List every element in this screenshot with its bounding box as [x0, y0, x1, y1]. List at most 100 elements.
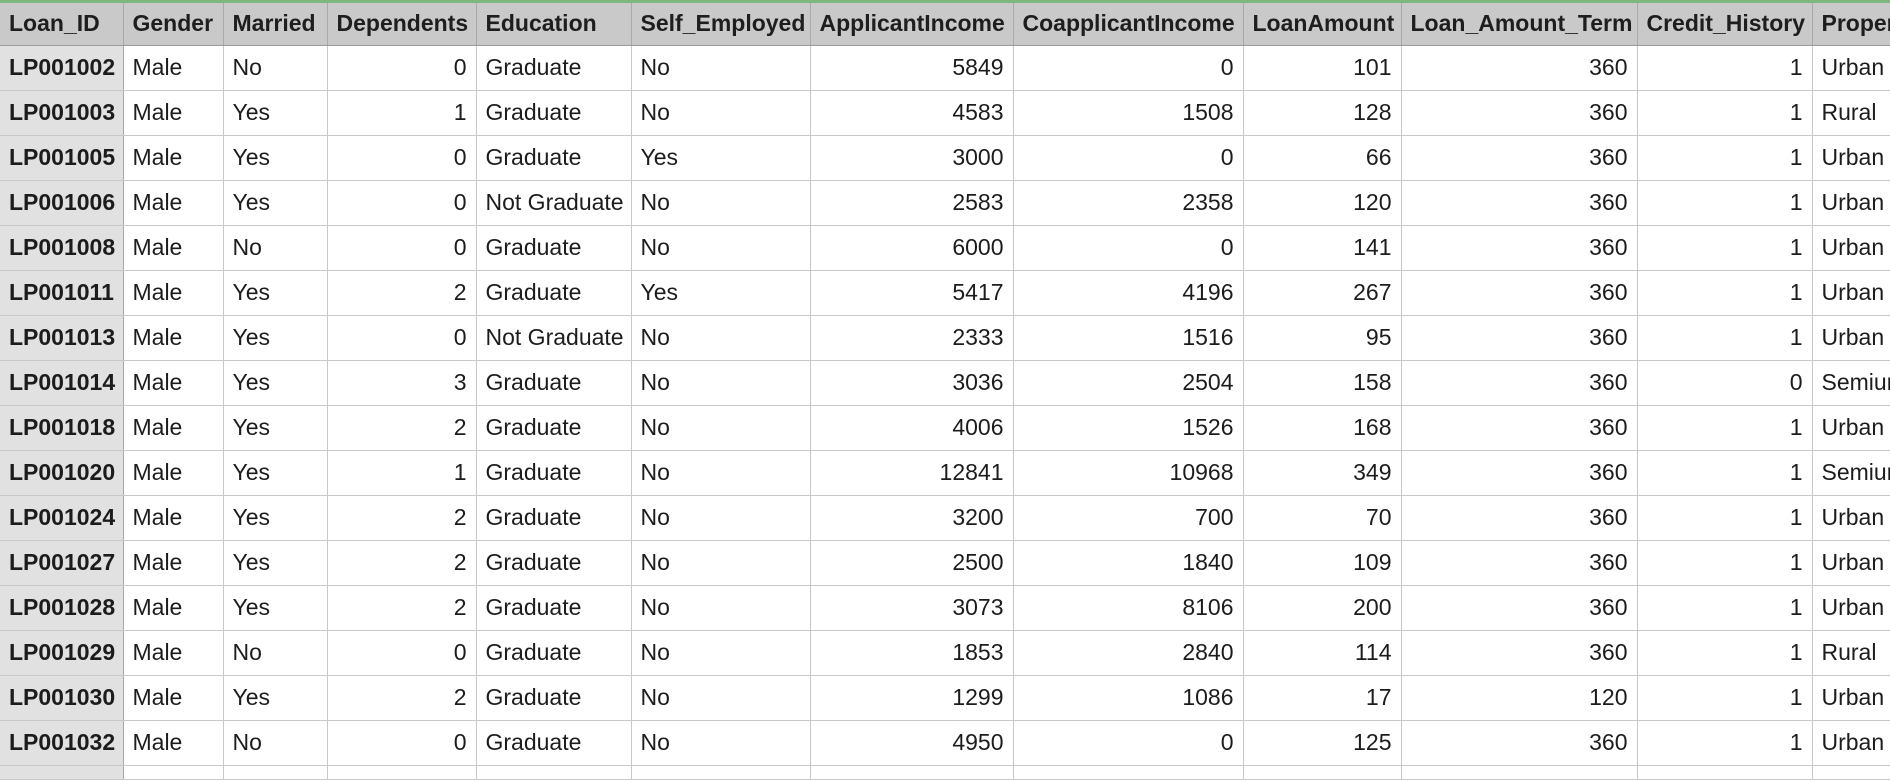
cell-loan-id[interactable]: LP001003 — [0, 90, 124, 136]
cell-self-employed[interactable]: No — [631, 360, 811, 406]
cell-property-area[interactable]: Urban — [1812, 180, 1890, 226]
cell-dependents[interactable]: 0 — [327, 180, 477, 226]
cell-loan-id[interactable]: LP001011 — [0, 270, 124, 316]
cell-dependents[interactable]: 2 — [327, 585, 477, 631]
cell-coapplicant-income[interactable]: 2358 — [1013, 180, 1244, 226]
cell-loan-amount[interactable]: 70 — [1243, 495, 1402, 541]
cell-credit-history[interactable]: 1 — [1637, 270, 1813, 316]
cell-married[interactable]: No — [223, 45, 328, 91]
cell-loan-id[interactable]: LP001014 — [0, 360, 124, 406]
cell-property-area[interactable]: Urban — [1812, 495, 1890, 541]
cell-married[interactable]: Yes — [223, 495, 328, 541]
cell-coapplicant-income[interactable]: 700 — [1013, 495, 1244, 541]
cell-married[interactable]: Yes — [223, 135, 328, 181]
cell-married[interactable]: Yes — [223, 270, 328, 316]
cell-self-employed[interactable]: No — [631, 180, 811, 226]
cell-gender[interactable]: Male — [123, 405, 224, 451]
column-header-self-employed[interactable]: Self_Employed — [631, 3, 811, 46]
empty-cell[interactable] — [327, 765, 477, 780]
cell-property-area[interactable]: Urban — [1812, 225, 1890, 271]
cell-loan-amount-term[interactable]: 360 — [1401, 720, 1638, 766]
cell-education[interactable]: Graduate — [476, 405, 632, 451]
cell-coapplicant-income[interactable]: 8106 — [1013, 585, 1244, 631]
cell-loan-id[interactable]: LP001024 — [0, 495, 124, 541]
cell-dependents[interactable]: 2 — [327, 405, 477, 451]
cell-property-area[interactable]: Rural — [1812, 90, 1890, 136]
cell-dependents[interactable]: 2 — [327, 270, 477, 316]
cell-loan-amount-term[interactable]: 360 — [1401, 450, 1638, 496]
cell-self-employed[interactable]: No — [631, 450, 811, 496]
cell-self-employed[interactable]: No — [631, 495, 811, 541]
column-header-education[interactable]: Education — [476, 3, 632, 46]
cell-loan-amount[interactable]: 125 — [1243, 720, 1402, 766]
cell-loan-amount-term[interactable]: 360 — [1401, 90, 1638, 136]
cell-applicant-income[interactable]: 2333 — [810, 315, 1014, 361]
cell-applicant-income[interactable]: 4583 — [810, 90, 1014, 136]
cell-education[interactable]: Graduate — [476, 90, 632, 136]
cell-gender[interactable]: Male — [123, 585, 224, 631]
empty-cell[interactable] — [810, 765, 1014, 780]
cell-property-area[interactable]: Urban — [1812, 720, 1890, 766]
cell-credit-history[interactable]: 1 — [1637, 675, 1813, 721]
column-header-loan-amount[interactable]: LoanAmount — [1243, 3, 1402, 46]
cell-loan-amount[interactable]: 128 — [1243, 90, 1402, 136]
cell-coapplicant-income[interactable]: 1508 — [1013, 90, 1244, 136]
cell-loan-id[interactable]: LP001020 — [0, 450, 124, 496]
cell-self-employed[interactable]: No — [631, 540, 811, 586]
cell-loan-amount[interactable]: 95 — [1243, 315, 1402, 361]
cell-loan-amount-term[interactable]: 360 — [1401, 360, 1638, 406]
cell-loan-amount-term[interactable]: 360 — [1401, 495, 1638, 541]
cell-education[interactable]: Graduate — [476, 135, 632, 181]
cell-education[interactable]: Not Graduate — [476, 315, 632, 361]
cell-applicant-income[interactable]: 3000 — [810, 135, 1014, 181]
cell-dependents[interactable]: 1 — [327, 450, 477, 496]
cell-gender[interactable]: Male — [123, 540, 224, 586]
cell-married[interactable]: Yes — [223, 405, 328, 451]
cell-coapplicant-income[interactable]: 0 — [1013, 720, 1244, 766]
cell-married[interactable]: Yes — [223, 540, 328, 586]
cell-credit-history[interactable]: 1 — [1637, 90, 1813, 136]
cell-loan-amount[interactable]: 101 — [1243, 45, 1402, 91]
cell-coapplicant-income[interactable]: 2504 — [1013, 360, 1244, 406]
cell-education[interactable]: Graduate — [476, 540, 632, 586]
cell-dependents[interactable]: 0 — [327, 630, 477, 676]
cell-dependents[interactable]: 2 — [327, 675, 477, 721]
cell-married[interactable]: No — [223, 225, 328, 271]
column-header-coapplicant-income[interactable]: CoapplicantIncome — [1013, 3, 1244, 46]
cell-coapplicant-income[interactable]: 1516 — [1013, 315, 1244, 361]
cell-property-area[interactable]: Semiur — [1812, 360, 1890, 406]
cell-married[interactable]: Yes — [223, 675, 328, 721]
cell-loan-id[interactable]: LP001032 — [0, 720, 124, 766]
cell-dependents[interactable]: 0 — [327, 135, 477, 181]
cell-loan-amount-term[interactable]: 360 — [1401, 405, 1638, 451]
cell-applicant-income[interactable]: 5849 — [810, 45, 1014, 91]
cell-property-area[interactable]: Rural — [1812, 630, 1890, 676]
empty-cell[interactable] — [1401, 765, 1638, 780]
cell-applicant-income[interactable]: 12841 — [810, 450, 1014, 496]
cell-loan-amount[interactable]: 109 — [1243, 540, 1402, 586]
cell-gender[interactable]: Male — [123, 90, 224, 136]
cell-coapplicant-income[interactable]: 1086 — [1013, 675, 1244, 721]
cell-credit-history[interactable]: 1 — [1637, 405, 1813, 451]
cell-applicant-income[interactable]: 4950 — [810, 720, 1014, 766]
cell-married[interactable]: Yes — [223, 360, 328, 406]
cell-credit-history[interactable]: 1 — [1637, 720, 1813, 766]
cell-married[interactable]: No — [223, 630, 328, 676]
cell-loan-id[interactable]: LP001030 — [0, 675, 124, 721]
cell-property-area[interactable]: Urban — [1812, 315, 1890, 361]
column-header-gender[interactable]: Gender — [123, 3, 224, 46]
cell-self-employed[interactable]: No — [631, 405, 811, 451]
cell-property-area[interactable]: Urban — [1812, 675, 1890, 721]
cell-loan-amount[interactable]: 141 — [1243, 225, 1402, 271]
cell-married[interactable]: Yes — [223, 180, 328, 226]
cell-loan-amount[interactable]: 120 — [1243, 180, 1402, 226]
cell-gender[interactable]: Male — [123, 360, 224, 406]
cell-property-area[interactable]: Urban — [1812, 405, 1890, 451]
cell-gender[interactable]: Male — [123, 135, 224, 181]
cell-gender[interactable]: Male — [123, 315, 224, 361]
cell-loan-amount-term[interactable]: 360 — [1401, 585, 1638, 631]
cell-married[interactable]: Yes — [223, 450, 328, 496]
cell-applicant-income[interactable]: 2583 — [810, 180, 1014, 226]
cell-credit-history[interactable]: 1 — [1637, 315, 1813, 361]
cell-credit-history[interactable]: 0 — [1637, 360, 1813, 406]
